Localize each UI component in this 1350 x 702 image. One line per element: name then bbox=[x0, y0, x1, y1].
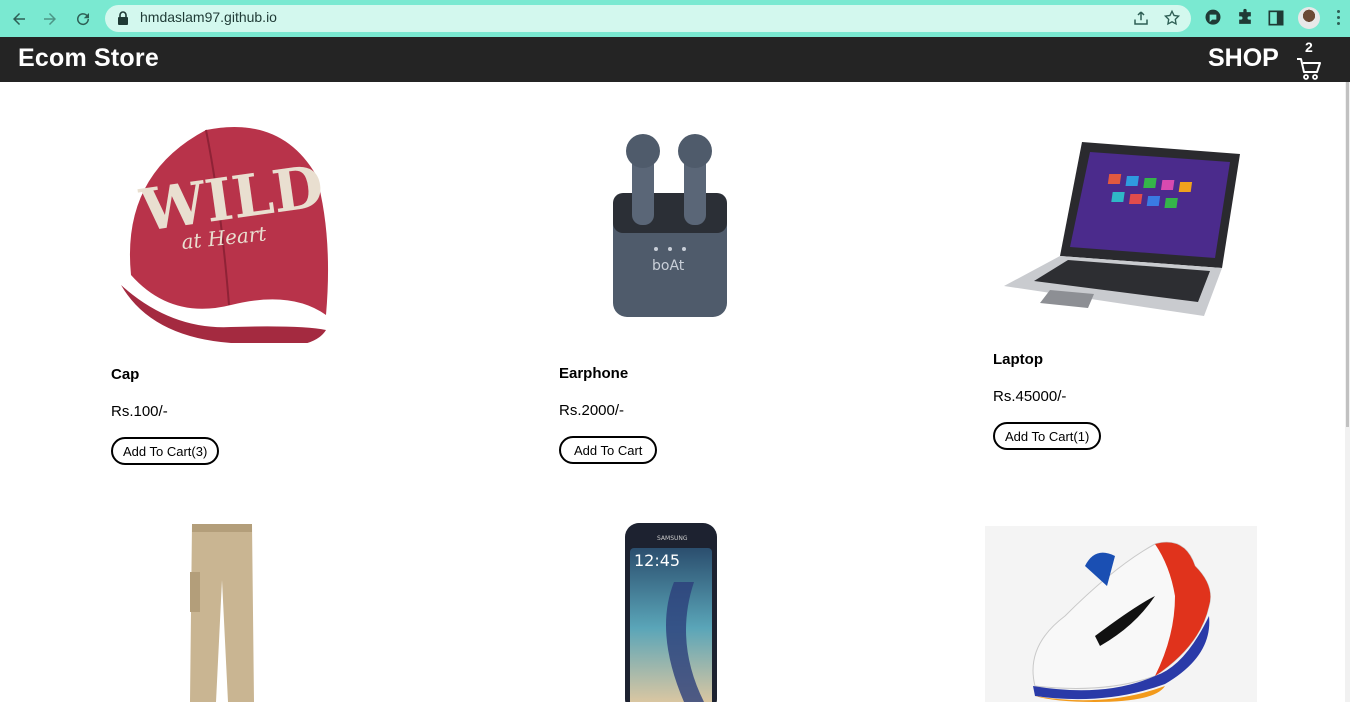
star-icon[interactable] bbox=[1163, 9, 1181, 27]
side-panel-icon[interactable] bbox=[1266, 8, 1286, 28]
add-to-cart-button[interactable]: Add To Cart(3) bbox=[111, 437, 220, 465]
shop-link[interactable]: SHOP bbox=[1208, 44, 1279, 73]
reload-icon bbox=[77, 13, 90, 26]
menu-kebab-icon[interactable] bbox=[1336, 10, 1342, 28]
product-price: Rs.45000/- bbox=[993, 388, 1067, 405]
puzzle-icon[interactable] bbox=[1235, 8, 1255, 28]
profile-avatar[interactable] bbox=[1298, 7, 1320, 29]
cart-count-badge: 2 bbox=[1305, 39, 1313, 55]
reload-button[interactable] bbox=[71, 7, 95, 31]
cap-image: WILD at Heart bbox=[121, 127, 329, 343]
pants-image bbox=[190, 524, 254, 702]
arrow-left-icon bbox=[13, 13, 25, 25]
share-icon[interactable] bbox=[1132, 9, 1150, 27]
phone-image: 12:45 SAMSUNG bbox=[625, 523, 717, 702]
forward-button[interactable] bbox=[38, 7, 62, 31]
product-name: Cap bbox=[111, 366, 140, 383]
svg-text:12:45: 12:45 bbox=[634, 551, 680, 570]
arrow-right-icon bbox=[44, 13, 56, 25]
add-to-cart-button[interactable]: Add To Cart bbox=[559, 436, 658, 464]
earphone-image: boAt bbox=[613, 134, 727, 317]
site-navbar: Ecom Store SHOP 2 bbox=[0, 37, 1350, 82]
chat-extension-icon[interactable] bbox=[1203, 8, 1223, 28]
lock-icon bbox=[118, 11, 128, 25]
svg-text:boAt: boAt bbox=[652, 258, 685, 274]
product-name: Earphone bbox=[559, 365, 629, 382]
brand-logo-text[interactable]: Ecom Store bbox=[18, 44, 159, 73]
svg-text:SAMSUNG: SAMSUNG bbox=[657, 535, 688, 542]
shoe-image bbox=[985, 526, 1257, 702]
product-price: Rs.100/- bbox=[111, 403, 168, 420]
scrollbar-thumb[interactable] bbox=[1346, 82, 1349, 427]
add-to-cart-button[interactable]: Add To Cart(1) bbox=[993, 422, 1102, 450]
page-scrollbar[interactable] bbox=[1345, 82, 1350, 702]
product-price: Rs.2000/- bbox=[559, 402, 625, 419]
laptop-image bbox=[1004, 142, 1240, 316]
product-name: Laptop bbox=[993, 351, 1043, 368]
back-button[interactable] bbox=[7, 7, 31, 31]
cart-icon[interactable] bbox=[1296, 57, 1322, 81]
browser-toolbar: hmdaslam97.github.io bbox=[0, 0, 1350, 37]
url-text[interactable]: hmdaslam97.github.io bbox=[140, 9, 277, 25]
